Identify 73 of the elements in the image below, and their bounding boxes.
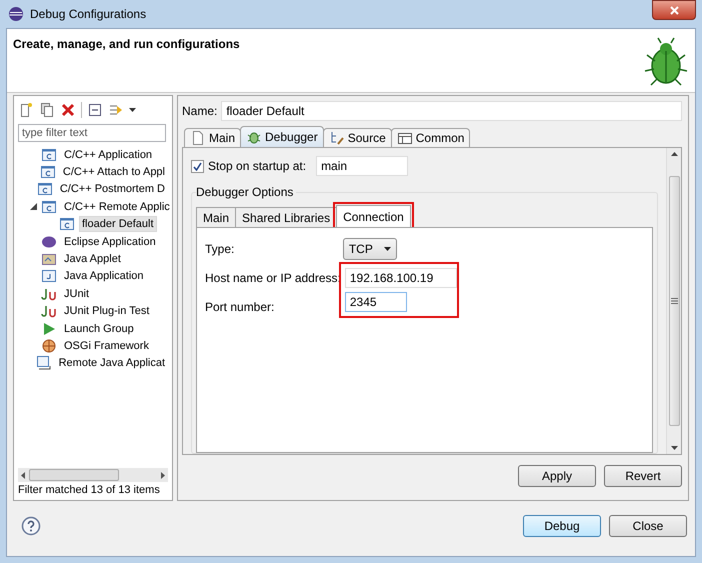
grip-icon (670, 298, 678, 304)
c-file-icon (59, 216, 75, 232)
tree-item[interactable]: Java Application (61, 268, 146, 284)
crosshair-circle-icon (41, 338, 57, 354)
type-dropdown[interactable]: TCP (342, 238, 397, 260)
name-label: Name: (182, 104, 218, 118)
help-icon[interactable] (21, 516, 41, 536)
bug-icon (643, 37, 689, 87)
tab[interactable]: Main (184, 128, 242, 147)
eclipse-logo-icon (8, 6, 24, 22)
scroll-left-icon[interactable] (21, 472, 25, 478)
document-icon (190, 130, 206, 146)
tree-item[interactable]: JUnit Plug-in Test (61, 303, 152, 320)
duplicate-icon[interactable] (39, 102, 55, 118)
header-title: Create, manage, and run configurations (13, 37, 240, 53)
tree-item[interactable]: Eclipse Application (61, 234, 159, 250)
tree-item[interactable]: C/C++ Postmortem D (56, 181, 168, 198)
tree-item[interactable]: OSGi Framework (61, 338, 152, 354)
dialog-button[interactable]: Close (609, 515, 687, 537)
tree-item[interactable]: Java Applet (61, 251, 124, 268)
name-field[interactable]: floader Default (221, 101, 682, 121)
horizontal-scrollbar[interactable] (18, 468, 168, 482)
collapse-all-icon[interactable] (87, 102, 103, 118)
tab[interactable]: Common (390, 128, 470, 147)
checkbox[interactable] (191, 160, 204, 172)
caret-icon (384, 247, 391, 251)
close-button[interactable] (652, 0, 696, 20)
scroll-up-icon[interactable] (670, 152, 678, 156)
type-label: Type: (205, 242, 236, 256)
tree-item[interactable]: floader Default (79, 216, 157, 232)
table-icon (396, 130, 413, 146)
c-file-icon (36, 181, 53, 198)
port-field[interactable]: 2345 (344, 292, 407, 312)
c-file-icon (41, 146, 57, 163)
scroll-down-icon[interactable] (670, 446, 678, 450)
dialog-button[interactable]: Debug (523, 515, 601, 537)
tab[interactable]: Debugger (240, 126, 324, 147)
tab[interactable]: Main (196, 207, 236, 227)
vertical-scrollbar[interactable] (666, 148, 681, 454)
junit-icon (41, 303, 57, 320)
caret-icon[interactable] (129, 108, 136, 112)
filter-field[interactable]: type filter text (18, 124, 166, 142)
host-label: Host name or IP address: (205, 270, 341, 284)
tree-item[interactable]: C/C++ Remote Applic (61, 198, 173, 215)
delete-icon[interactable] (60, 102, 76, 118)
new-config-icon[interactable] (18, 102, 34, 118)
tree-item[interactable]: Launch Group (61, 320, 137, 337)
remote-java-icon (36, 355, 52, 372)
window-title: Debug Configurations (30, 7, 148, 21)
startup-symbol-field[interactable]: main (316, 156, 408, 176)
tree-item[interactable]: C/C++ Attach to Appl (60, 164, 168, 180)
checkbox-label: Stop on startup at: (208, 159, 306, 173)
close-icon (670, 6, 678, 14)
tree-item[interactable]: Remote Java Applicat (56, 355, 168, 372)
filter-status: Filter matched 13 of 13 items (18, 484, 161, 496)
action-button[interactable]: Revert (604, 465, 682, 487)
orb-icon (41, 234, 57, 250)
play-icon (41, 320, 57, 337)
applet-window-icon (41, 251, 57, 268)
group-title: Debugger Options (196, 185, 296, 199)
source-tree-icon (328, 130, 345, 146)
tab[interactable]: Connection (336, 205, 411, 227)
tree-item[interactable]: C/C++ Application (61, 146, 156, 163)
tree-item[interactable]: JUnit (61, 286, 92, 302)
java-file-icon (41, 268, 57, 284)
port-label: Port number: (205, 300, 276, 314)
scroll-right-icon[interactable] (161, 472, 165, 478)
c-file-icon (41, 198, 57, 215)
expanded-arrow-icon[interactable] (30, 203, 37, 210)
tab[interactable]: Source (322, 128, 392, 147)
host-field[interactable]: 192.168.100.19 (344, 268, 457, 288)
c-file-icon (40, 164, 56, 180)
action-button[interactable]: Apply (518, 465, 596, 487)
